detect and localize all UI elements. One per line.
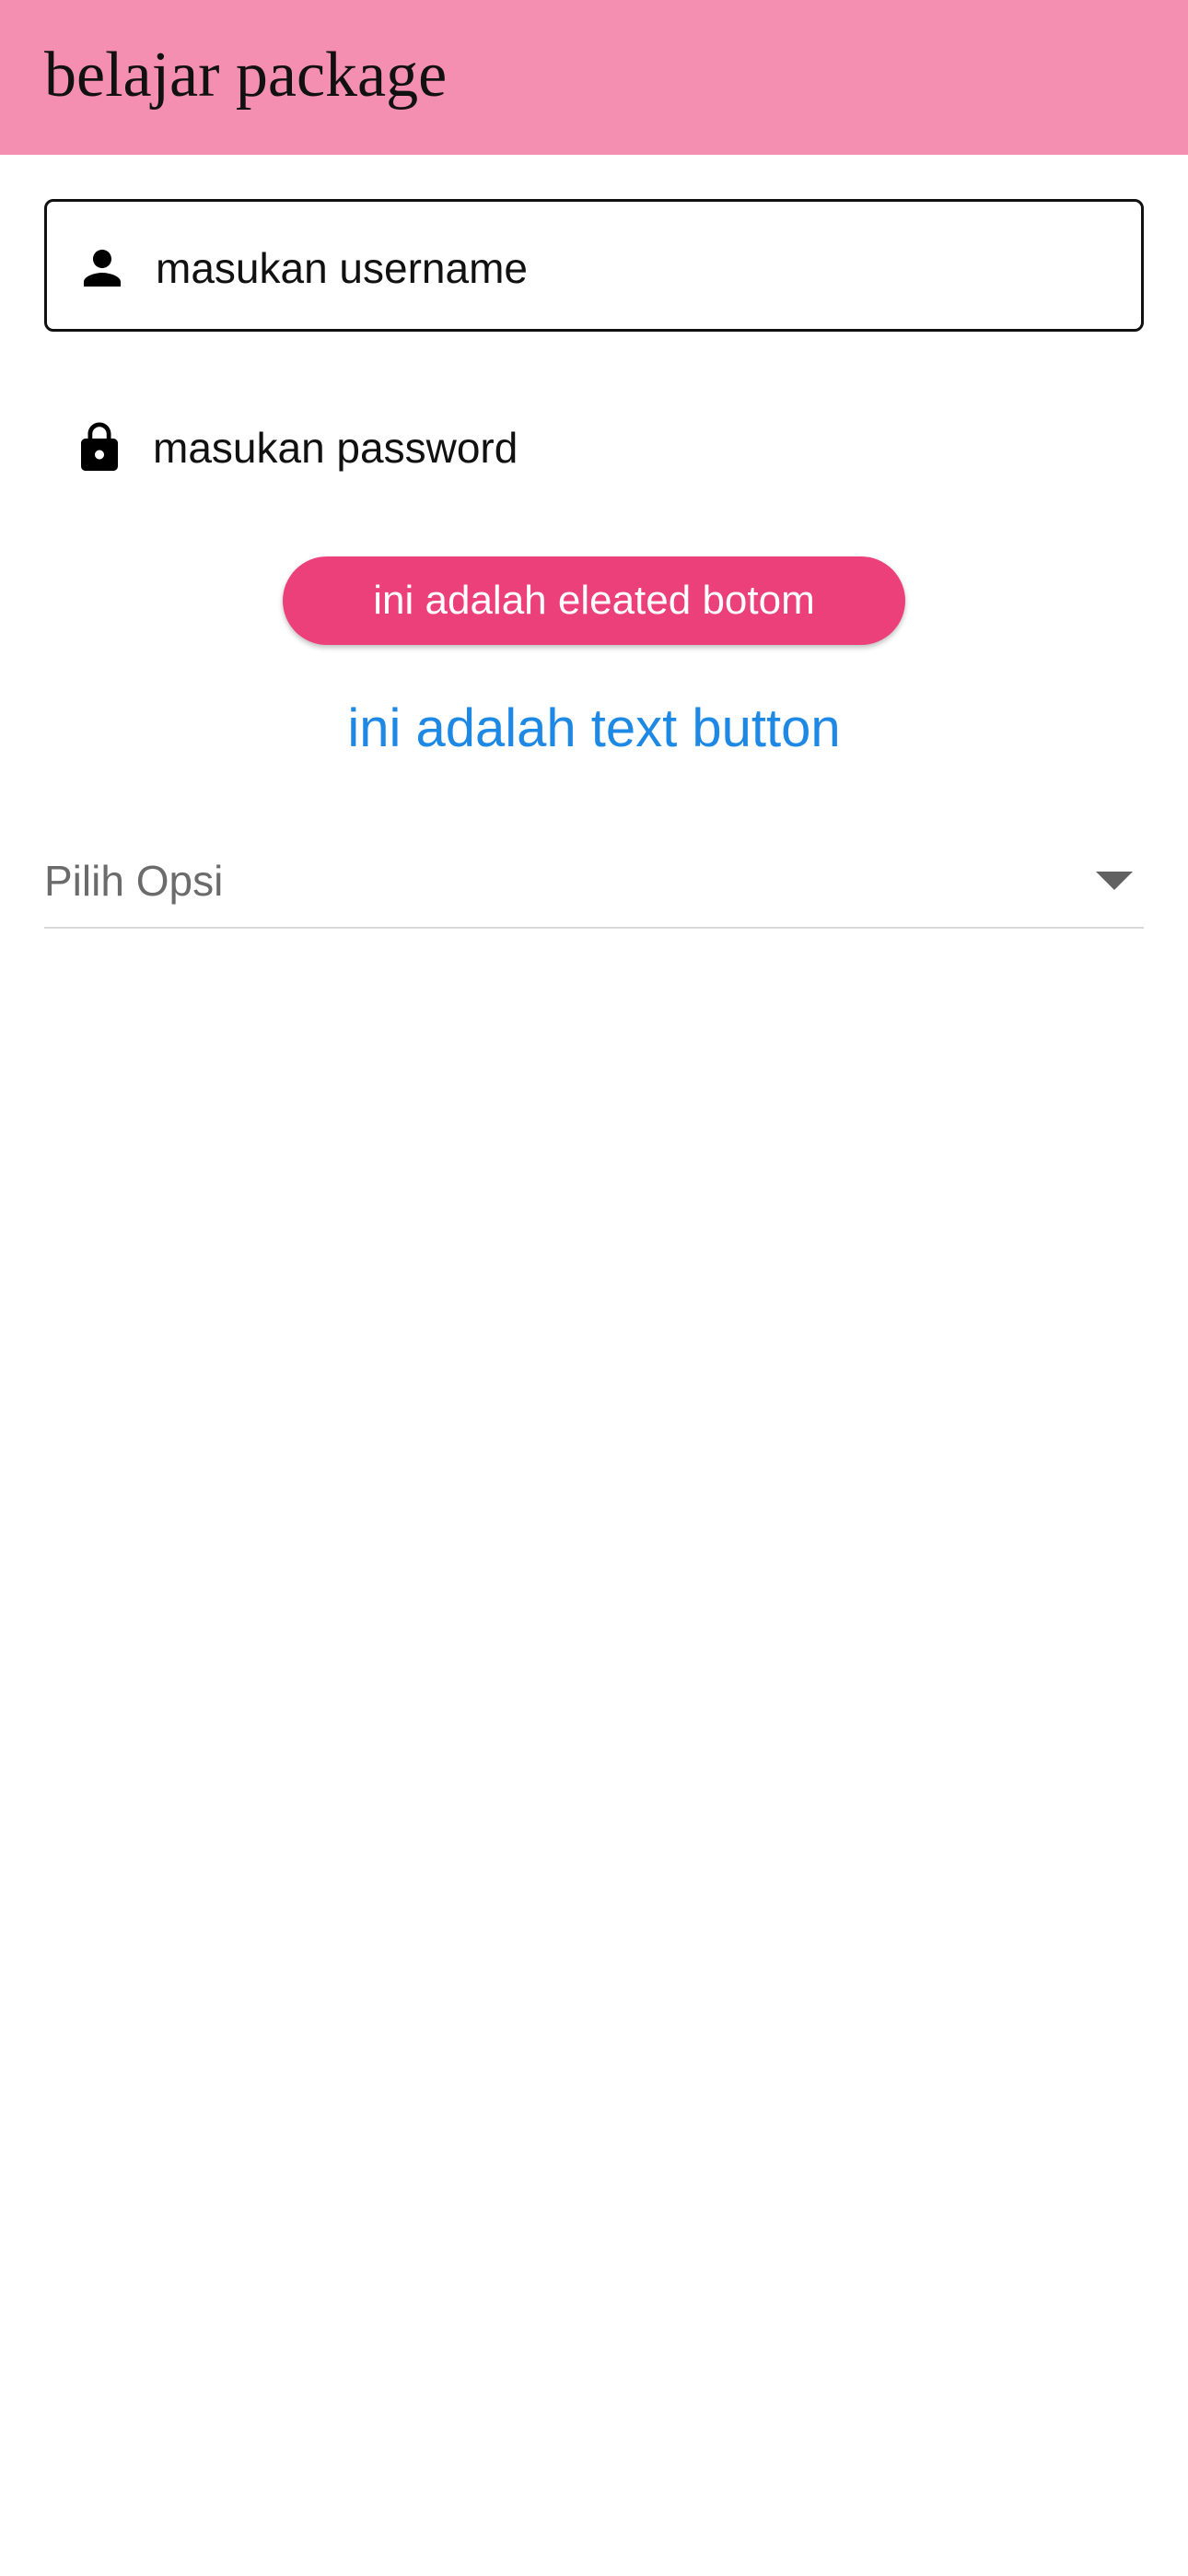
app-title: belajar package bbox=[44, 40, 448, 111]
options-dropdown[interactable]: Pilih Opsi bbox=[44, 840, 1144, 929]
person-icon bbox=[75, 240, 130, 296]
dropdown-hint: Pilih Opsi bbox=[44, 857, 224, 905]
password-input[interactable] bbox=[153, 409, 1111, 486]
username-field[interactable] bbox=[44, 199, 1144, 332]
app-bar: belajar package bbox=[0, 0, 1188, 155]
app-screen: belajar package ini adalah eleated botom… bbox=[0, 0, 1188, 2576]
elevated-button[interactable]: ini adalah eleated botom bbox=[283, 556, 905, 645]
lock-icon bbox=[72, 420, 127, 475]
password-field[interactable] bbox=[44, 381, 1144, 514]
text-button[interactable]: ini adalah text button bbox=[276, 687, 912, 770]
arrow-drop-down-icon bbox=[1096, 870, 1133, 892]
username-input[interactable] bbox=[156, 229, 1113, 307]
